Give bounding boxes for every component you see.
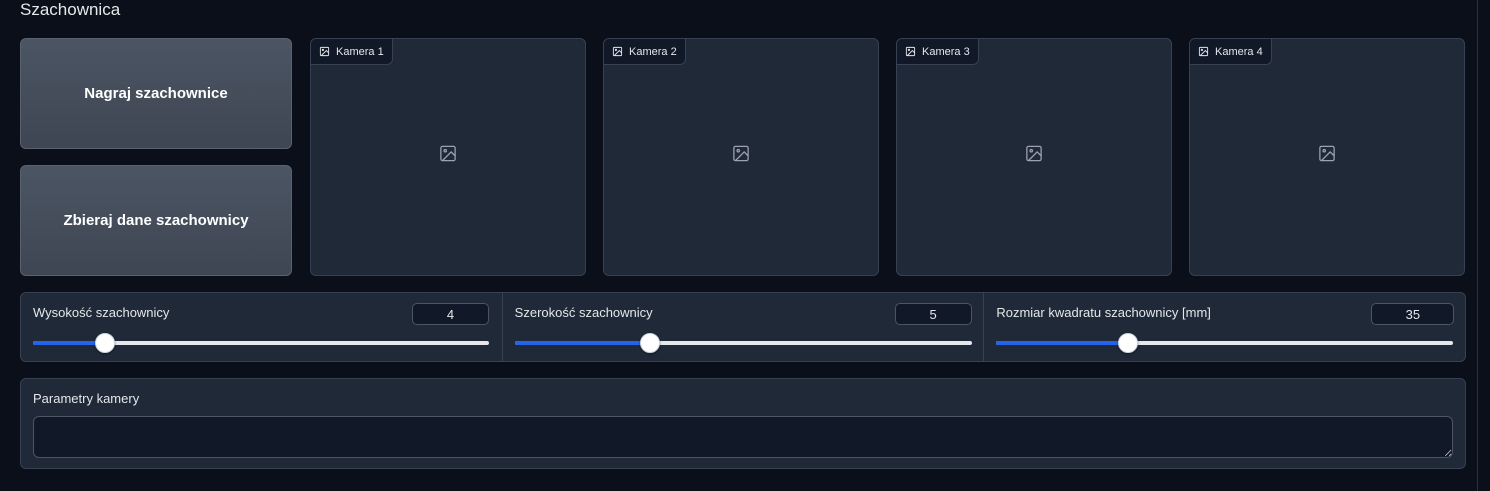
camera-panel-3: Kamera 3 bbox=[896, 38, 1172, 276]
camera-panel-4: Kamera 4 bbox=[1189, 38, 1465, 276]
height-slider-fill bbox=[33, 341, 105, 345]
camera-label-4: Kamera 4 bbox=[1190, 39, 1272, 65]
width-slider-thumb[interactable] bbox=[639, 333, 660, 353]
height-slider-label: Wysokość szachownicy bbox=[33, 305, 170, 320]
image-placeholder-icon bbox=[439, 144, 458, 168]
camera-label-text: Kamera 1 bbox=[336, 45, 384, 58]
camera-label-text: Kamera 3 bbox=[922, 45, 970, 58]
square-size-slider-label: Rozmiar kwadratu szachownicy [mm] bbox=[996, 305, 1211, 320]
height-slider-track[interactable] bbox=[33, 333, 489, 353]
image-placeholder-icon bbox=[1318, 144, 1337, 168]
record-chessboard-button[interactable]: Nagraj szachownice bbox=[20, 38, 292, 149]
camera-panel-2: Kamera 2 bbox=[603, 38, 879, 276]
height-number-input[interactable]: 4 bbox=[412, 303, 489, 325]
camera-label-text: Kamera 4 bbox=[1215, 45, 1263, 58]
image-icon bbox=[319, 46, 330, 57]
width-slider-label: Szerokość szachownicy bbox=[514, 305, 653, 320]
camera-panel-1: Kamera 1 bbox=[310, 38, 586, 276]
camera-params-panel: Parametry kamery bbox=[20, 378, 1466, 469]
image-icon bbox=[905, 46, 916, 57]
camera-params-label: Parametry kamery bbox=[33, 391, 140, 406]
height-slider-group: Wysokość szachownicy 4 bbox=[21, 293, 502, 361]
image-placeholder-icon bbox=[732, 144, 751, 168]
width-number-input[interactable]: 5 bbox=[894, 303, 972, 325]
image-icon bbox=[612, 46, 623, 57]
square-size-number-input[interactable]: 35 bbox=[1371, 303, 1455, 325]
camera-label-2: Kamera 2 bbox=[604, 39, 686, 65]
collect-chessboard-data-button[interactable]: Zbieraj dane szachownicy bbox=[20, 165, 292, 276]
image-placeholder-icon bbox=[1025, 144, 1044, 168]
camera-label-3: Kamera 3 bbox=[897, 39, 979, 65]
square-size-slider-track[interactable] bbox=[996, 333, 1454, 353]
square-size-slider-group: Rozmiar kwadratu szachownicy [mm] 35 bbox=[983, 293, 1465, 361]
camera-label-1: Kamera 1 bbox=[311, 39, 393, 65]
camera-params-textarea[interactable] bbox=[33, 416, 1453, 458]
scrollbar-edge bbox=[1477, 0, 1478, 491]
camera-label-text: Kamera 2 bbox=[629, 45, 677, 58]
image-icon bbox=[1198, 46, 1209, 57]
width-slider-track[interactable] bbox=[514, 333, 972, 353]
width-slider-group: Szerokość szachownicy 5 bbox=[501, 293, 984, 361]
height-slider-thumb[interactable] bbox=[94, 333, 115, 353]
section-title: Szachownica bbox=[20, 0, 121, 19]
square-size-slider-fill bbox=[996, 341, 1128, 345]
square-size-slider-thumb[interactable] bbox=[1117, 333, 1138, 353]
width-slider-fill bbox=[514, 341, 650, 345]
slider-panel: Wysokość szachownicy 4 Szerokość szachow… bbox=[20, 292, 1466, 362]
